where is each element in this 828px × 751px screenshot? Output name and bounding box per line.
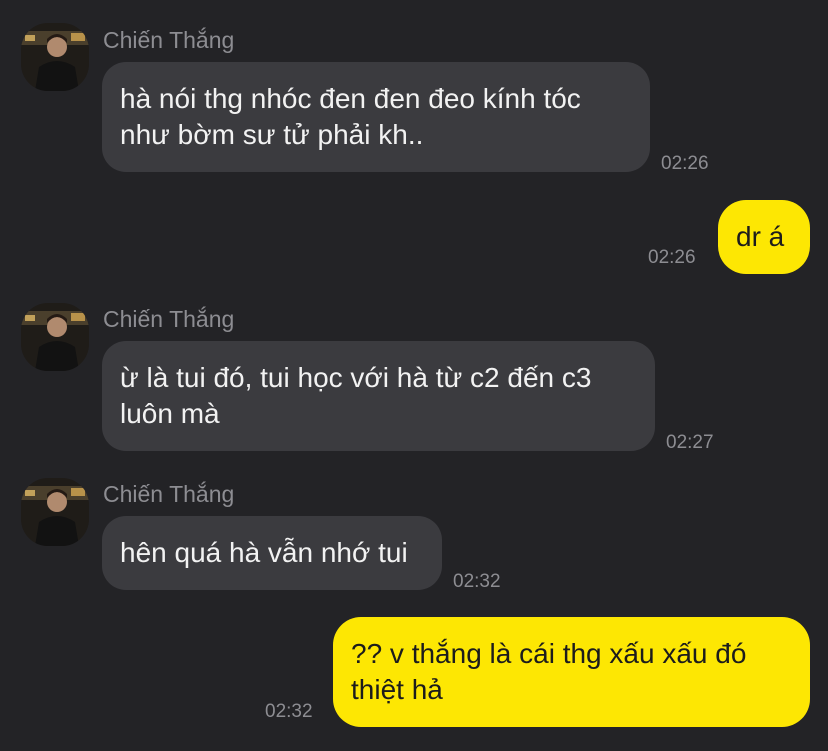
profile-photo-icon	[21, 303, 89, 371]
message-timestamp: 02:26	[661, 153, 709, 174]
sender-avatar[interactable]	[21, 478, 89, 546]
message-text-line: ừ là tui đó, tui học với hà từ c2 đến c3	[120, 362, 592, 393]
message-bubble[interactable]: hà nói thg nhóc đen đen đeo kính tóc như…	[102, 62, 650, 172]
sender-name: Chiến Thắng	[103, 27, 235, 53]
message-bubble[interactable]: hên quá hà vẫn nhớ tui	[102, 516, 442, 590]
message-timestamp: 02:32	[453, 571, 501, 592]
message-text-line: thiệt hả	[351, 674, 443, 705]
sender-avatar[interactable]	[21, 23, 89, 91]
message-text-line: ?? v thắng là cái thg xấu xấu đó	[351, 638, 747, 669]
message-bubble[interactable]: dr á	[718, 200, 810, 274]
sender-avatar[interactable]	[21, 303, 89, 371]
message-text-line: hà nói thg nhóc đen đen đeo kính tóc	[120, 83, 581, 114]
message-timestamp: 02:26	[648, 247, 696, 268]
message-bubble[interactable]: ừ là tui đó, tui học với hà từ c2 đến c3…	[102, 341, 655, 451]
sender-name: Chiến Thắng	[103, 306, 235, 332]
message-timestamp: 02:27	[666, 432, 714, 453]
message-text-line: dr á	[736, 221, 785, 252]
message-timestamp: 02:32	[265, 701, 313, 722]
message-text-line: luôn mà	[120, 398, 220, 429]
profile-photo-icon	[21, 23, 89, 91]
message-text-line: như bờm sư tử phải kh..	[120, 119, 424, 150]
chat-window: Chiến Thắng hà nói thg nhóc đen đen đeo …	[0, 0, 828, 751]
message-text-line: hên quá hà vẫn nhớ tui	[120, 537, 408, 568]
profile-photo-icon	[21, 478, 89, 546]
message-bubble[interactable]: ?? v thắng là cái thg xấu xấu đó thiệt h…	[333, 617, 810, 727]
sender-name: Chiến Thắng	[103, 481, 235, 507]
